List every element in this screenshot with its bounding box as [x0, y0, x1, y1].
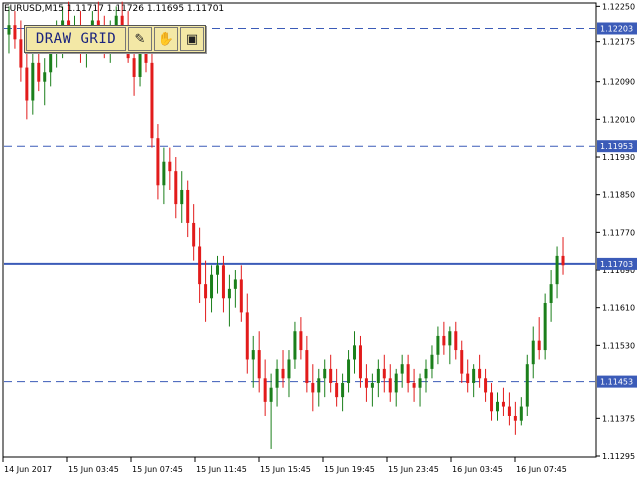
price-tick-label: 1.11770 — [602, 228, 635, 237]
time-axis: 14 Jun 2017 15 Jun 03:45 15 Jun 07:45 15 Ju… — [2, 457, 567, 474]
price-level-label: 1.11453 — [600, 378, 633, 387]
price-level-label: 1.12203 — [600, 24, 633, 33]
candle — [543, 293, 547, 360]
time-tick-label: 15 Jun 03:45 — [68, 465, 119, 474]
price-tick-label: 1.11295 — [602, 452, 635, 461]
price-level-label: 1.11703 — [600, 260, 633, 269]
price-axis: 1.12250 1.12175 1.12090 1.12010 1.11930 1.118… — [596, 2, 637, 461]
price-tick-label: 1.12250 — [602, 2, 635, 11]
price-tick-label: 1.11375 — [602, 414, 635, 423]
price-tick-label: 1.11530 — [602, 341, 635, 350]
price-tick-label: 1.11930 — [602, 153, 635, 162]
price-level-label: 1.11953 — [600, 142, 633, 151]
time-tick-label: 14 Jun 2017 — [4, 465, 52, 474]
time-tick-label: 15 Jun 11:45 — [196, 465, 247, 474]
time-tick-label: 15 Jun 07:45 — [132, 465, 183, 474]
computer-icon[interactable]: ▣ — [180, 27, 204, 51]
price-tick-label: 1.12175 — [602, 38, 635, 47]
time-tick-label: 15 Jun 19:45 — [324, 465, 375, 474]
time-tick-label: 15 Jun 23:45 — [388, 465, 439, 474]
pencil-icon[interactable]: ✎ — [128, 27, 152, 51]
plot-area — [2, 2, 597, 458]
hand-icon[interactable]: ✋ — [154, 27, 178, 51]
draw-grid-toolbar: DRAW GRID ✎ ✋ ▣ — [24, 25, 206, 53]
time-tick-label: 16 Jun 07:45 — [516, 465, 567, 474]
price-tick-label: 1.11610 — [602, 304, 635, 313]
draw-grid-button[interactable]: DRAW GRID — [26, 27, 126, 51]
candle — [150, 53, 154, 148]
time-tick-label: 15 Jun 15:45 — [260, 465, 311, 474]
price-chart[interactable]: 1.12250 1.12175 1.12090 1.12010 1.11930 1.118… — [0, 0, 640, 480]
symbol-info: EURUSD,M15 1.11717 1.11726 1.11695 1.117… — [4, 4, 225, 14]
price-tick-label: 1.12010 — [602, 115, 635, 124]
time-tick-label: 16 Jun 03:45 — [452, 465, 503, 474]
price-tick-label: 1.12090 — [602, 78, 635, 87]
price-tick-label: 1.11850 — [602, 191, 635, 200]
